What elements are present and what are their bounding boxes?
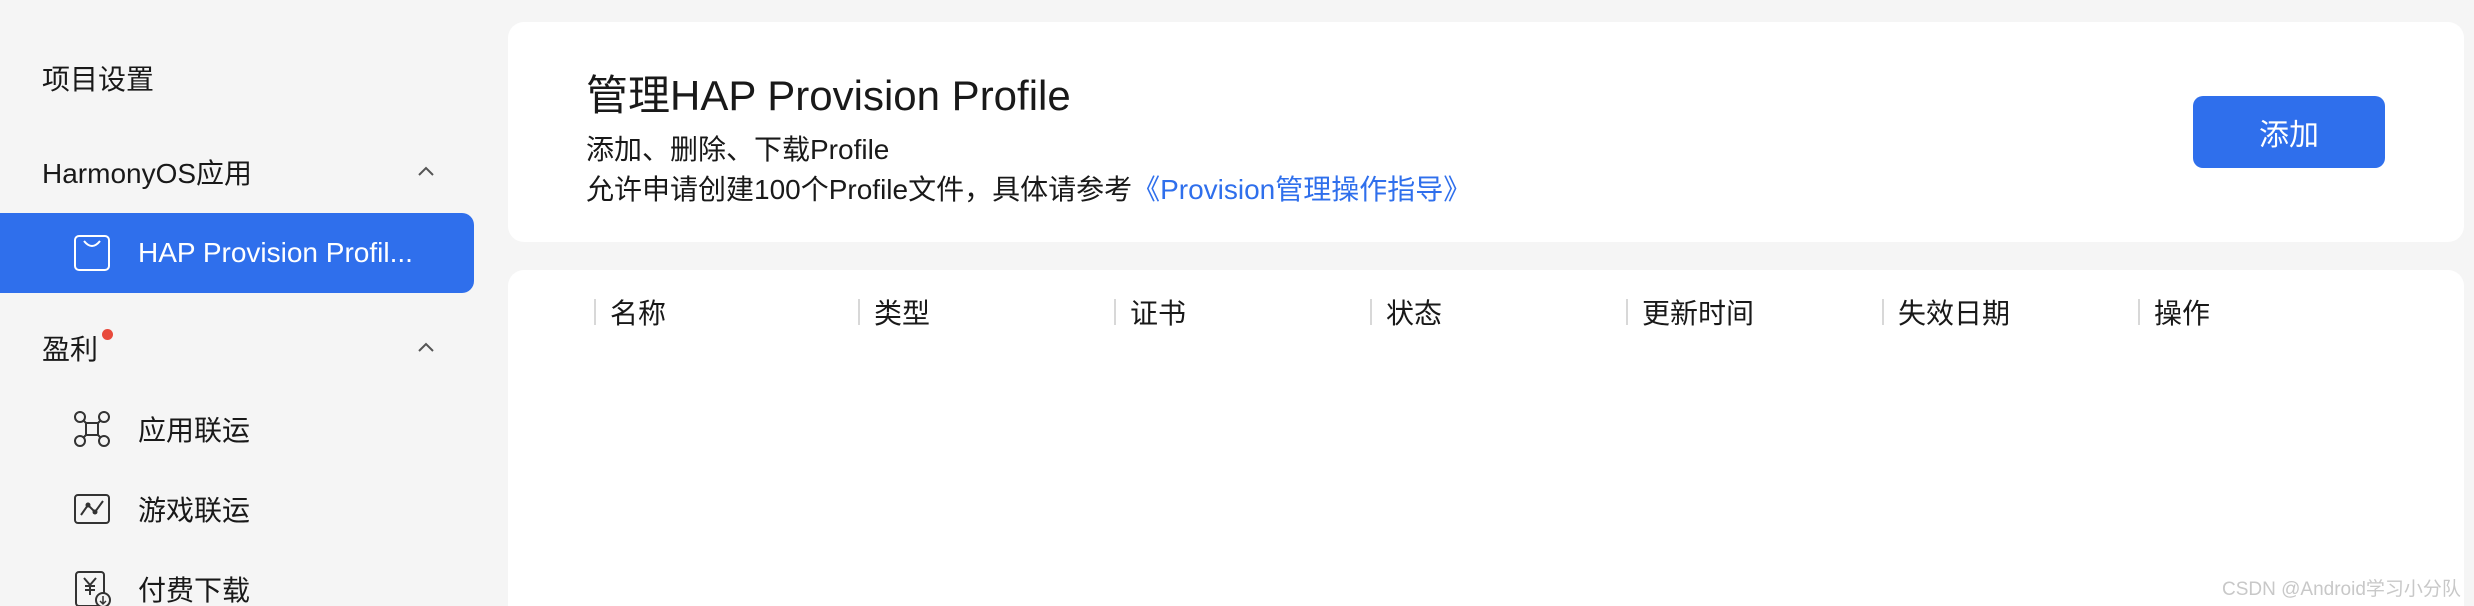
column-header-name: 名称 (594, 292, 666, 332)
sidebar-item-label: 应用联运 (138, 415, 251, 446)
sidebar-item-game-distribution[interactable]: 游戏联运 (0, 469, 474, 549)
notification-dot (102, 328, 114, 340)
watermark: CSDN @Android学习小分队 (2222, 579, 2461, 600)
sidebar-item-paid-download[interactable]: 付费下载 (0, 549, 474, 606)
page-title: 管理HAP Provision Profile (586, 72, 1071, 119)
sidebar-title: 项目设置 (42, 64, 155, 95)
profile-table: 名称 类型 证书 状态 更新时间 失效日期 操作 (508, 270, 2464, 606)
sidebar-item-hap-provision-profile[interactable]: HAP Provision Profil... (0, 213, 474, 293)
bag-icon (74, 235, 110, 271)
network-nodes-icon (74, 411, 110, 447)
limit-note-text: 允许申请创建100个Profile文件，具体请参考 (586, 174, 1133, 205)
column-header-type: 类型 (858, 292, 930, 332)
yuan-download-icon (75, 571, 111, 606)
sidebar-item-label: 游戏联运 (138, 495, 251, 526)
sidebar: 项目设置 HarmonyOS应用 HAP Provision Profil...… (0, 0, 474, 606)
column-header-actions: 操作 (2138, 292, 2210, 332)
sidebar-group-profit[interactable]: 盈利 (42, 328, 434, 368)
sidebar-item-label: 付费下载 (138, 575, 251, 606)
game-chart-icon (74, 494, 110, 524)
add-button[interactable]: 添加 (2193, 96, 2385, 168)
chevron-up-icon[interactable] (412, 334, 440, 362)
provision-guide-link[interactable]: 《Provision管理操作指导》 (1132, 174, 1471, 205)
sidebar-group-label: HarmonyOS应用 (42, 158, 253, 189)
sidebar-group-label: 盈利 (42, 334, 99, 365)
column-header-update-time: 更新时间 (1626, 292, 1754, 332)
column-header-status: 状态 (1370, 292, 1442, 332)
page-limit-note: 允许申请创建100个Profile文件，具体请参考《Provision管理操作指… (586, 168, 1471, 208)
page-description: 添加、删除、下载Profile (586, 134, 890, 165)
column-header-certificate: 证书 (1114, 292, 1186, 332)
profile-header-card: 管理HAP Provision Profile 添加、删除、下载Profile … (508, 22, 2464, 242)
sidebar-item-label: HAP Provision Profil... (138, 237, 413, 268)
sidebar-group-harmonyos[interactable]: HarmonyOS应用 (42, 152, 434, 192)
sidebar-item-app-distribution[interactable]: 应用联运 (0, 389, 474, 469)
chevron-up-icon[interactable] (412, 158, 440, 186)
column-header-expiry-date: 失效日期 (1882, 292, 2010, 332)
